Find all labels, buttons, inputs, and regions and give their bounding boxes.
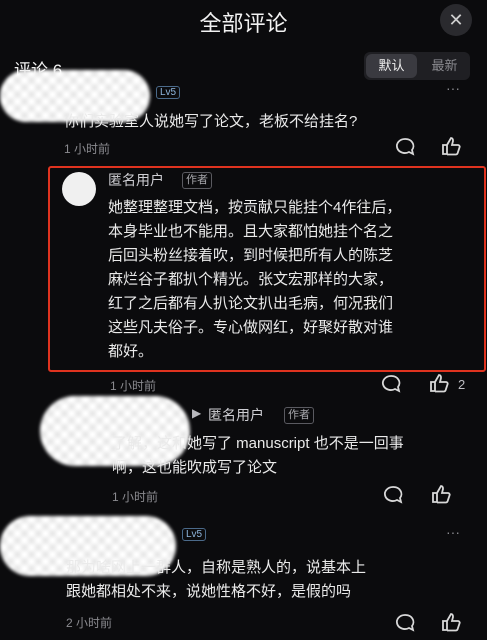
reply-line: 都好。	[108, 343, 154, 360]
thumbs-up-icon[interactable]	[430, 483, 452, 505]
author-badge: 作者	[182, 172, 212, 189]
reply-username[interactable]: 匿名用户	[208, 405, 264, 425]
avatar	[62, 172, 96, 206]
page-title: 全部评论	[199, 11, 288, 36]
reply-line: 这些凡夫俗子。专心做网红，好聚好散对谁	[108, 319, 394, 336]
comment-text: 你们实验室人说她写了论文，老板不给挂名?	[64, 113, 358, 130]
reply-text: 她整理整理文档，按贡献只能挂个4作往后， 本身毕业也不能用。且大家都怕她挂个名之…	[108, 196, 401, 364]
reply-line: 后回头粉丝接着吹，到时候把所有人的陈芝	[108, 247, 394, 264]
reply-line: 红了之后都有人扒论文扒出毛病，何况我们	[108, 295, 394, 312]
thumbs-up-icon[interactable]	[428, 372, 450, 394]
reply-time: 1 小时前	[110, 379, 157, 393]
level-badge: Lv5	[156, 86, 181, 99]
thumbs-up-icon[interactable]	[440, 611, 462, 633]
sort-default-option[interactable]: 默认	[366, 54, 417, 78]
thumbs-up-icon[interactable]	[440, 135, 462, 157]
reply-line: 啊，这也能吹成写了论文	[112, 459, 278, 476]
sort-toggle[interactable]: 默认 最新	[364, 52, 470, 80]
level-badge: Lv5	[182, 528, 207, 541]
sort-latest-option[interactable]: 最新	[419, 52, 470, 80]
comment-text: 那为啥网上一群人，自称是熟人的，说基本上 跟她都相处不来，说她性格不好，是假的吗	[66, 556, 366, 604]
comment-bubble-icon[interactable]	[380, 373, 402, 395]
reply-line: 麻烂谷子都扒个精光。张文宏那样的大家，	[108, 271, 394, 288]
close-button[interactable]: ✕	[440, 4, 472, 36]
more-dots-icon[interactable]: ···	[446, 80, 460, 96]
author-badge: 作者	[284, 407, 314, 424]
more-dots-icon[interactable]: ···	[446, 524, 460, 540]
comment-bubble-icon[interactable]	[394, 136, 416, 158]
comment-bubble-icon[interactable]	[394, 612, 416, 634]
comment-line: 那为啥网上一群人，自称是熟人的，说基本上	[66, 559, 367, 576]
reply-line: 她整理整理文档，按贡献只能挂个4作往后，	[108, 199, 402, 216]
reply-text: 了解，这和她写了 manuscript 也不是一回事 啊，这也能吹成写了论文	[112, 432, 404, 480]
like-count: 2	[458, 377, 466, 392]
reply-time: 1 小时前	[112, 490, 159, 504]
comment-line: 跟她都相处不来，说她性格不好，是假的吗	[66, 583, 352, 600]
comment-time: 2 小时前	[66, 616, 113, 630]
comment-time: 1 小时前	[64, 142, 111, 156]
reply-arrow-icon: ▶	[192, 406, 202, 420]
reply-line: 了解，这和她写了 manuscript 也不是一回事	[112, 435, 404, 452]
reply-username[interactable]: 匿名用户	[108, 170, 164, 190]
comment-bubble-icon[interactable]	[382, 484, 404, 506]
reply-line: 本身毕业也不能用。且大家都怕她挂个名之	[108, 223, 394, 240]
